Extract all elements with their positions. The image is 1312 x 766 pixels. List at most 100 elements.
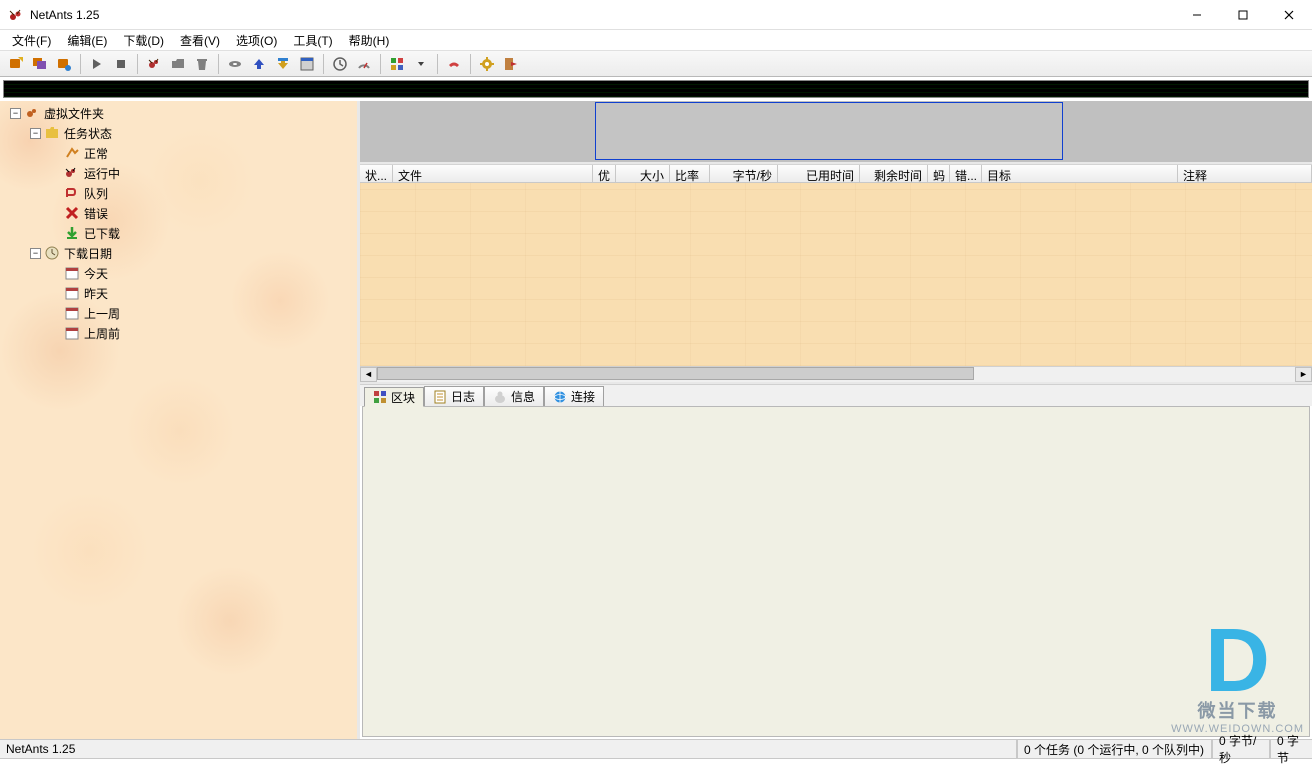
tree-label: 昨天 (84, 285, 108, 302)
tree-label: 上周前 (84, 325, 120, 342)
scroll-left-icon[interactable]: ◄ (360, 367, 377, 382)
banner-area (360, 101, 1312, 164)
tree-label: 队列 (84, 185, 108, 202)
date-folder-icon (44, 245, 60, 261)
menu-help[interactable]: 帮助(H) (341, 30, 398, 51)
minimize-button[interactable] (1174, 0, 1220, 30)
tree-label: 虚拟文件夹 (44, 105, 104, 122)
tab-label: 区块 (391, 389, 415, 406)
tree-status-downloaded[interactable]: 已下载 (0, 223, 357, 243)
tree-date-before[interactable]: 上周前 (0, 323, 357, 343)
scroll-track[interactable] (377, 367, 1295, 382)
toolbar-disk-icon[interactable] (224, 53, 246, 75)
tree-label: 已下载 (84, 225, 120, 242)
col-priority[interactable]: 优 (593, 165, 616, 182)
task-list-body[interactable] (360, 183, 1312, 366)
tab-blocks[interactable]: 区块 (364, 387, 424, 407)
horizontal-scrollbar[interactable]: ◄ ► (360, 366, 1312, 381)
tree-status-running[interactable]: 运行中 (0, 163, 357, 183)
tab-link[interactable]: 连接 (544, 386, 604, 406)
toolbar-delete-icon[interactable] (191, 53, 213, 75)
tree-status-error[interactable]: 错误 (0, 203, 357, 223)
tree-status-queued[interactable]: 队列 (0, 183, 357, 203)
toolbar-move-down-icon[interactable] (272, 53, 294, 75)
tab-label: 日志 (451, 388, 475, 405)
toolbar-dropdown-icon[interactable] (410, 53, 432, 75)
col-ratio[interactable]: 比率 (670, 165, 710, 182)
tree-label: 今天 (84, 265, 108, 282)
banner-placeholder[interactable] (595, 102, 1063, 160)
col-ants[interactable]: 蚂 (928, 165, 950, 182)
status-bytes: 0 字节 (1270, 740, 1312, 759)
toolbar-add-url-icon[interactable] (53, 53, 75, 75)
toolbar-hangup-icon[interactable] (443, 53, 465, 75)
log-icon (433, 390, 447, 404)
toolbar (0, 51, 1312, 77)
menu-edit[interactable]: 编辑(E) (59, 30, 115, 51)
menu-download[interactable]: 下载(D) (115, 30, 172, 51)
tree-root[interactable]: − 虚拟文件夹 (0, 103, 357, 123)
menu-tools[interactable]: 工具(T) (285, 30, 340, 51)
tree-date-lastweek[interactable]: 上一周 (0, 303, 357, 323)
tree-label: 任务状态 (64, 125, 112, 142)
status-tasks: 0 个任务 (0 个运行中, 0 个队列中) (1017, 740, 1212, 759)
calendar-icon (64, 285, 80, 301)
expander-icon[interactable]: − (10, 108, 21, 119)
menu-options[interactable]: 选项(O) (228, 30, 285, 51)
tree-date-yesterday[interactable]: 昨天 (0, 283, 357, 303)
toolbar-browser-icon[interactable] (296, 53, 318, 75)
col-error[interactable]: 错... (950, 165, 982, 182)
toolbar-add-batch-icon[interactable] (29, 53, 51, 75)
col-remaining[interactable]: 剩余时间 (860, 165, 928, 182)
scroll-right-icon[interactable]: ► (1295, 367, 1312, 382)
detail-pane (362, 406, 1310, 737)
global-progress-bar (3, 80, 1309, 98)
col-elapsed[interactable]: 已用时间 (778, 165, 860, 182)
tree-date-today[interactable]: 今天 (0, 263, 357, 283)
col-status[interactable]: 状... (360, 165, 393, 182)
category-tree: − 虚拟文件夹 − 任务状态 正常 运行中 队列 (0, 101, 360, 739)
tree-label: 下载日期 (64, 245, 112, 262)
expander-icon[interactable]: − (30, 248, 41, 259)
title-bar: NetAnts 1.25 (0, 0, 1312, 30)
tree-label: 错误 (84, 205, 108, 222)
tree-download-date[interactable]: − 下载日期 (0, 243, 357, 263)
tree-task-status[interactable]: − 任务状态 (0, 123, 357, 143)
link-icon (553, 390, 567, 404)
col-size[interactable]: 大小 (616, 165, 670, 182)
scroll-thumb[interactable] (377, 367, 974, 380)
expander-icon[interactable]: − (30, 128, 41, 139)
toolbar-speed-icon[interactable] (353, 53, 375, 75)
toolbar-schedule-icon[interactable] (329, 53, 351, 75)
toolbar-options-icon[interactable] (476, 53, 498, 75)
status-folder-icon (44, 125, 60, 141)
menu-view[interactable]: 查看(V) (172, 30, 228, 51)
error-icon (64, 205, 80, 221)
close-button[interactable] (1266, 0, 1312, 30)
toolbar-category-icon[interactable] (386, 53, 408, 75)
toolbar-play-icon[interactable] (86, 53, 108, 75)
col-target[interactable]: 目标 (982, 165, 1178, 182)
status-app: NetAnts 1.25 (0, 740, 1017, 759)
toolbar-stop-icon[interactable] (110, 53, 132, 75)
menu-file[interactable]: 文件(F) (4, 30, 59, 51)
toolbar-add-icon[interactable] (5, 53, 27, 75)
toolbar-folder-icon[interactable] (167, 53, 189, 75)
col-speed[interactable]: 字节/秒 (710, 165, 778, 182)
info-icon (493, 390, 507, 404)
toolbar-exit-icon[interactable] (500, 53, 522, 75)
detail-tabs: 区块 日志 信息 连接 (360, 384, 1312, 406)
maximize-button[interactable] (1220, 0, 1266, 30)
toolbar-ant-icon[interactable] (143, 53, 165, 75)
tab-info[interactable]: 信息 (484, 386, 544, 406)
status-bar: NetAnts 1.25 0 个任务 (0 个运行中, 0 个队列中) 0 字节… (0, 739, 1312, 759)
downloaded-icon (64, 225, 80, 241)
app-icon (8, 7, 24, 23)
tab-label: 信息 (511, 388, 535, 405)
col-file[interactable]: 文件 (393, 165, 593, 182)
running-icon (64, 165, 80, 181)
tree-status-normal[interactable]: 正常 (0, 143, 357, 163)
tab-log[interactable]: 日志 (424, 386, 484, 406)
col-comment[interactable]: 注释 (1178, 165, 1312, 182)
toolbar-move-up-icon[interactable] (248, 53, 270, 75)
